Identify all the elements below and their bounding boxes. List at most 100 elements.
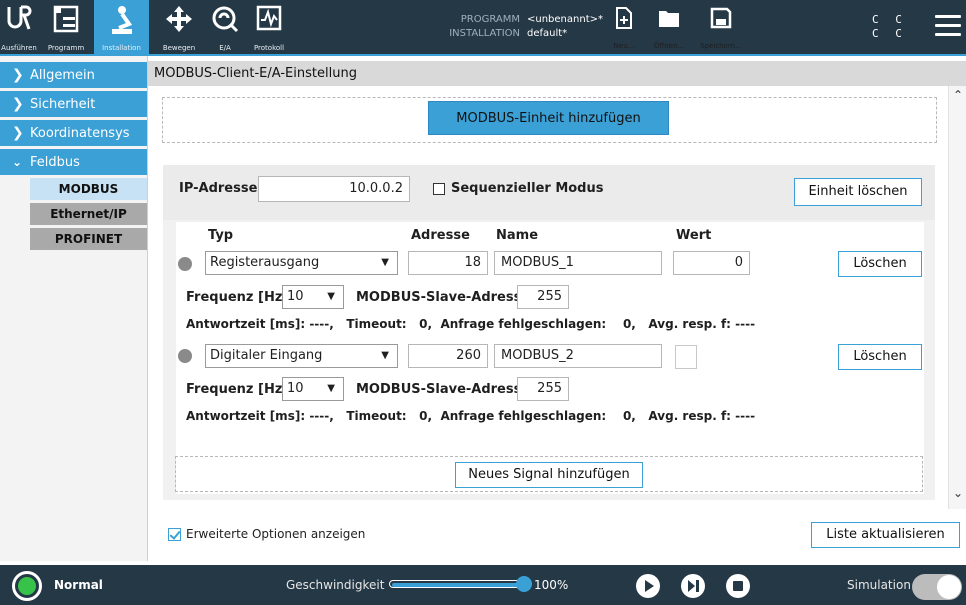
simulation-label: Simulation: [847, 578, 911, 592]
save-button-label: Speichern...: [700, 42, 742, 50]
tab-run-label: Ausführen: [1, 44, 37, 52]
step-icon: [688, 580, 699, 592]
cc-line-2: C C: [872, 27, 907, 40]
dropdown-arrow-icon: ▼: [381, 350, 389, 361]
play-button[interactable]: [636, 574, 660, 598]
advanced-options-label: Erweiterte Optionen anzeigen: [186, 527, 366, 541]
program-info-values: <unbenannt>* default*: [527, 13, 603, 41]
signal-value-input[interactable]: 0: [673, 251, 750, 275]
chevron-down-icon: ⌄: [12, 155, 23, 169]
timeout-label: Timeout:: [346, 317, 407, 331]
dropdown-arrow-icon: ▼: [327, 291, 335, 302]
tool-move-label: Bewegen: [162, 44, 196, 52]
tool-log-label: Protokoll: [253, 44, 285, 52]
signal-address-input[interactable]: 260: [408, 344, 488, 368]
tab-installation-label: Installation: [102, 44, 141, 52]
stop-icon: [733, 581, 743, 591]
new-file-icon: [616, 7, 632, 29]
tab-installation[interactable]: Installation: [94, 0, 149, 54]
sidebar-subitem-modbus[interactable]: MODBUS: [30, 178, 147, 200]
robot-status-label: Normal: [54, 578, 103, 592]
frequency-value: 10: [287, 381, 304, 396]
signal-type-select[interactable]: Digitaler Eingang ▼: [205, 344, 398, 368]
save-button[interactable]: Speichern...: [697, 4, 745, 52]
frequency-select[interactable]: 10 ▼: [282, 377, 344, 401]
sidebar-subitem-profinet[interactable]: PROFINET: [30, 228, 147, 250]
sidebar-item-coordinates[interactable]: ❯ Koordinatensys: [0, 120, 147, 146]
timeout-label: Timeout:: [346, 409, 407, 423]
avg-response-value: ----: [735, 317, 756, 331]
refresh-list-button[interactable]: Liste aktualisieren: [811, 522, 960, 548]
add-signal-button[interactable]: Neues Signal hinzufügen: [455, 462, 643, 488]
delete-signal-button[interactable]: Löschen: [838, 251, 922, 277]
dropdown-arrow-icon: ▼: [327, 383, 335, 394]
delete-unit-button[interactable]: Einheit löschen: [794, 178, 922, 206]
step-button[interactable]: [681, 574, 705, 598]
tool-move[interactable]: Bewegen: [156, 0, 202, 54]
play-icon: [645, 580, 654, 592]
frequency-value: 10: [287, 289, 304, 304]
installation-icon: [111, 6, 132, 34]
save-icon: [710, 7, 732, 29]
avg-response-value: ----: [735, 409, 756, 423]
speed-label: Geschwindigkeit: [286, 578, 385, 592]
new-button[interactable]: Neu...: [608, 4, 640, 52]
column-name-header: Name: [496, 228, 539, 243]
column-address-header: Adresse: [411, 228, 470, 243]
ip-address-input[interactable]: 10.0.0.2: [258, 176, 410, 202]
speed-slider-handle[interactable]: [516, 576, 532, 592]
signal-address-input[interactable]: 18: [408, 251, 488, 275]
timeout-value: 0,: [419, 409, 433, 423]
add-modbus-unit-button[interactable]: MODBUS-Einheit hinzufügen: [428, 101, 669, 135]
tool-log[interactable]: Protokoll: [248, 0, 290, 54]
scroll-up-icon[interactable]: ⌃: [953, 88, 963, 102]
tool-io-label: E/A: [219, 44, 231, 52]
hamburger-menu-icon[interactable]: [935, 15, 961, 37]
open-button[interactable]: Öffnen...: [648, 4, 690, 52]
tab-run[interactable]: Ausführen: [0, 0, 38, 54]
delete-signal-button[interactable]: Löschen: [838, 344, 922, 370]
slave-address-input[interactable]: 255: [517, 377, 569, 401]
stop-button[interactable]: [726, 574, 750, 598]
response-time-value: ----,: [309, 317, 334, 331]
slave-address-input[interactable]: 255: [517, 285, 569, 309]
sidebar-item-label: Koordinatensys: [30, 126, 130, 141]
failed-requests-value: 0,: [622, 317, 636, 331]
signal-type-value: Digitaler Eingang: [210, 348, 323, 363]
response-time-label: Antwortzeit [ms]:: [186, 409, 306, 423]
page-title: MODBUS-Client-E/A-Einstellung: [148, 61, 966, 86]
scroll-down-icon[interactable]: ⌄: [953, 486, 963, 500]
tab-program[interactable]: Programm: [38, 0, 94, 54]
failed-requests-label: Anfrage fehlgeschlagen:: [440, 317, 607, 331]
sidebar-subitem-ethernet-ip[interactable]: Ethernet/IP: [30, 203, 147, 225]
response-time-value: ----,: [309, 409, 334, 423]
signal-name-input[interactable]: MODBUS_1: [494, 251, 662, 275]
move-icon: [166, 6, 192, 32]
advanced-options-checkbox[interactable]: [168, 528, 181, 541]
folder-icon: [659, 11, 679, 27]
vertical-scrollbar[interactable]: ⌃ ⌄: [948, 86, 966, 509]
tool-io[interactable]: E/A: [202, 0, 248, 54]
simulation-toggle-knob: [937, 575, 961, 599]
sidebar-item-safety[interactable]: ❯ Sicherheit: [0, 91, 147, 117]
dropdown-arrow-icon: ▼: [381, 257, 389, 268]
sequential-mode-label: Sequenzieller Modus: [451, 181, 604, 196]
signal-name-input[interactable]: MODBUS_2: [494, 344, 662, 368]
column-value-header: Wert: [676, 228, 712, 243]
program-icon: [53, 5, 79, 33]
sidebar: ❯ Allgemein ❯ Sicherheit ❯ Koordinatensys ⌄…: [0, 56, 148, 561]
sidebar-item-general[interactable]: ❯ Allgemein: [0, 62, 147, 88]
sequential-mode-checkbox[interactable]: [433, 183, 445, 195]
slave-address-label: MODBUS-Slave-Adresse: [356, 290, 531, 305]
robot-status-icon[interactable]: [12, 571, 42, 601]
cc-line-1: C C: [872, 13, 907, 26]
simulation-toggle[interactable]: [912, 574, 962, 600]
sidebar-item-fieldbus[interactable]: ⌄ Feldbus: [0, 149, 147, 175]
signal-type-select[interactable]: Registerausgang ▼: [205, 251, 398, 275]
failed-requests-value: 0,: [622, 409, 636, 423]
cc-indicator: C C C C: [872, 13, 907, 41]
chevron-right-icon: ❯: [12, 125, 24, 141]
frequency-select[interactable]: 10 ▼: [282, 285, 344, 309]
failed-requests-label: Anfrage fehlgeschlagen:: [440, 409, 607, 423]
ip-address-label: IP-Adresse: [179, 181, 258, 196]
